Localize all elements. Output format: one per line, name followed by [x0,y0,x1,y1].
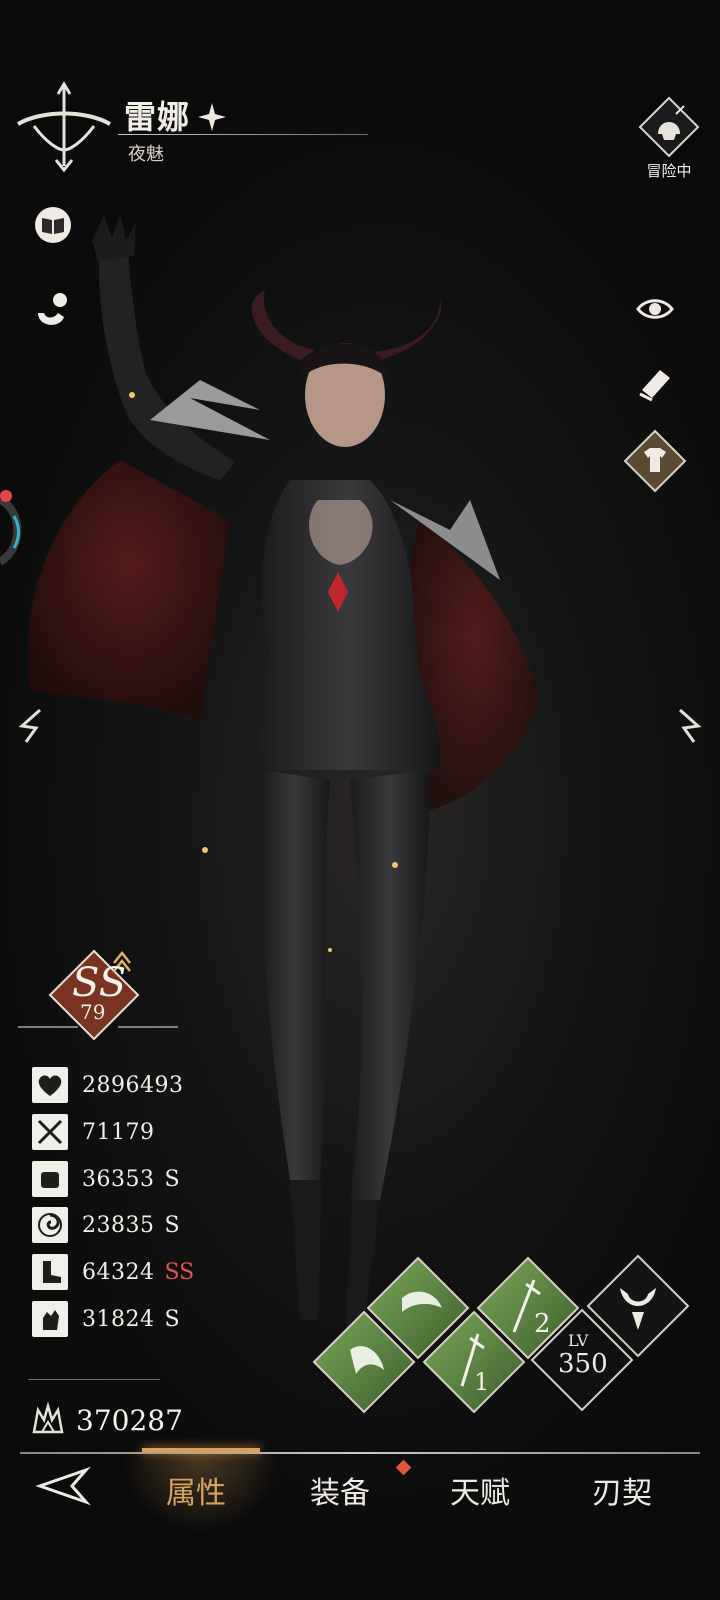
codex-book-icon[interactable] [30,202,76,248]
heart-icon [32,1067,68,1103]
card-stack-icon[interactable] [632,360,678,406]
vortex-icon [32,1207,68,1243]
stat-grade: SS [164,1259,195,1285]
character-name: 雷娜 [124,98,191,136]
crown-emblem-icon [32,1402,64,1434]
boot-icon [32,1254,68,1290]
tab-blade-pact[interactable]: 刃契 [592,1468,652,1512]
level-prefix: LV [568,1331,589,1350]
class-crest-icon [16,81,112,172]
status-label: 冒险中 [646,162,692,180]
outfit-icon[interactable] [622,428,688,494]
hand-icon [32,1301,68,1337]
character-title: 夜魅 [128,144,164,165]
left-gauge-indicator [0,490,22,566]
helmet-icon [638,96,700,158]
stats-divider [28,1379,160,1380]
stat-row-strength: 36353 S [32,1160,180,1198]
stat-value: 2896493 [82,1072,184,1098]
stat-row-spirit: 23835 S [32,1206,180,1244]
stat-value: 71179 [82,1119,155,1145]
skill-badge-2: 2 [534,1309,551,1339]
next-character-arrow-icon[interactable] [664,702,710,748]
stat-grade: S [164,1306,180,1332]
level-value: 350 [558,1349,608,1379]
stat-grade: S [164,1166,180,1192]
stat-row-attack: 71179 [32,1113,165,1151]
stat-value: 36353 [82,1166,155,1192]
stat-value: 64324 [82,1259,155,1285]
tab-equipment[interactable]: 装备 [310,1468,370,1512]
pose-action-icon[interactable] [30,287,76,333]
skill-badge-1: 1 [474,1368,489,1396]
star-icon [198,103,227,131]
active-tab-indicator [142,1448,260,1452]
fist-icon [32,1161,68,1197]
rank-level: 79 [80,1000,106,1024]
skill-panel: 2 1 LV 350 [312,1254,690,1414]
stat-value: 23835 [82,1212,155,1238]
eye-icon[interactable] [632,286,678,332]
stat-value: 31824 [82,1306,155,1332]
stat-row-technique: 31824 S [32,1300,180,1338]
character-name-block: 雷娜 夜魅 [118,92,374,165]
stat-grade: S [164,1212,180,1238]
back-arrow-icon[interactable] [36,1466,94,1506]
combat-power: 370287 [30,1402,183,1438]
stat-row-hp: 2896493 [32,1066,193,1104]
adventure-status[interactable]: 冒险中 [624,96,714,181]
tab-attributes[interactable]: 属性 [166,1468,226,1512]
stat-row-agility: 64324 SS [32,1253,194,1291]
name-underline [118,134,368,135]
previous-character-arrow-icon[interactable] [10,702,56,748]
tab-talent[interactable]: 天赋 [450,1468,510,1512]
crossed-swords-icon [32,1114,68,1150]
power-value: 370287 [76,1403,183,1437]
